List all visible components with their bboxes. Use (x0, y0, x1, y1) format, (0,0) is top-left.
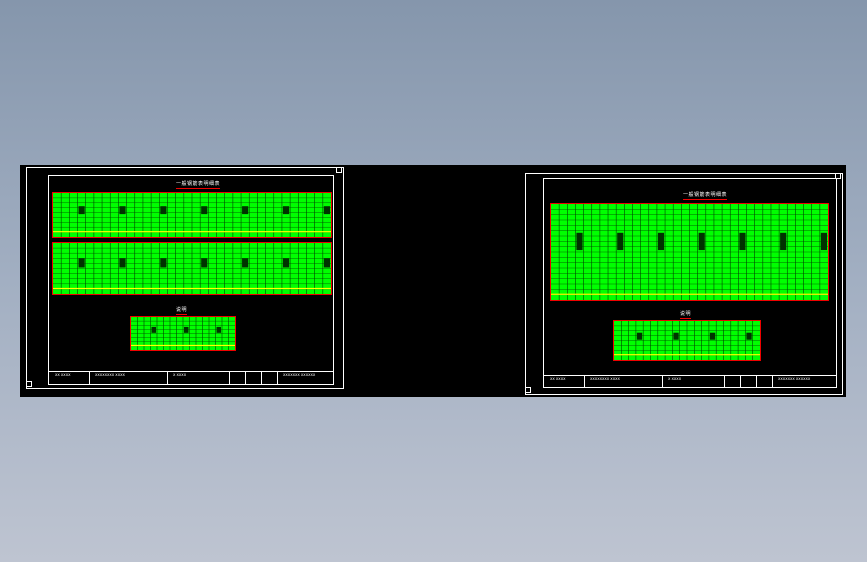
grid-dark-cell (820, 232, 827, 251)
grid-dark-cell (746, 332, 752, 340)
grid-dark-cell (576, 232, 583, 251)
grid-dark-cell (780, 232, 787, 251)
title-block-cell: XX XXXX (55, 373, 71, 377)
grid-dark-cell (242, 258, 249, 268)
title-block-divider (261, 372, 262, 384)
title-block-divider (662, 376, 663, 387)
title-block-divider (229, 372, 230, 384)
grid-dark-cell (242, 206, 249, 215)
rebar-schedule-grid-upper (52, 192, 332, 238)
grid-dark-cell (151, 326, 156, 333)
frame-corner-marker (835, 173, 841, 179)
grid-dark-cell (119, 206, 126, 215)
title-block-cell: XXXXXXX XXXXXX (283, 373, 316, 377)
title-block-divider (277, 372, 278, 384)
rebar-schedule-grid (550, 203, 829, 301)
title-block-divider (584, 376, 585, 387)
grid-dark-cell (282, 206, 290, 215)
title-block-divider (245, 372, 246, 384)
rebar-schedule-grid-lower (52, 242, 332, 295)
grid-dark-cell (739, 232, 746, 251)
grid-cells (53, 193, 331, 237)
grid-highlight-row (53, 231, 331, 233)
drawing-sheet-2[interactable]: 一般钢筋表明细表 说明 XX XXXX XXXXXXXX XXXX X XXXX… (525, 173, 843, 395)
drawing-sheet-1[interactable]: 一般钢筋表明细表 说明 XX XXXX XXXXXXXX XXXX X XXXX… (26, 167, 344, 389)
sheet-title: 一般钢筋表明细表 (176, 181, 221, 189)
grid-dark-cell (78, 258, 85, 268)
title-block-divider (740, 376, 741, 387)
title-block-divider (724, 376, 725, 387)
grid-dark-cell (709, 332, 716, 340)
grid-dark-cell (201, 206, 208, 215)
grid-dark-cell (636, 332, 643, 340)
frame-corner-marker (336, 167, 342, 173)
grid-highlight-row (53, 287, 331, 290)
grid-dark-cell (160, 258, 167, 268)
grid-dark-cell (184, 326, 189, 333)
notes-table (613, 320, 761, 361)
grid-dark-cell (119, 258, 126, 268)
grid-highlight-row (131, 344, 235, 347)
notes-table (130, 316, 236, 351)
title-block-cell: X XXXX (668, 377, 682, 381)
title-block-cell: XX XXXX (550, 377, 566, 381)
grid-highlight-row (551, 293, 828, 295)
title-block-cell: XXXXXXXX XXXX (95, 373, 125, 377)
title-block: XX XXXX XXXXXXXX XXXX X XXXX XXXXXXX XXX… (543, 375, 837, 388)
grid-dark-cell (201, 258, 208, 268)
drawing-viewport[interactable]: 一般钢筋表明细表 说明 XX XXXX XXXXXXXX XXXX X XXXX… (20, 165, 846, 397)
title-block: XX XXXX XXXXXXXX XXXX X XXXX XXXXXXX XXX… (48, 371, 334, 385)
title-block-cell: X XXXX (173, 373, 187, 377)
notes-table-title: 说明 (680, 311, 692, 319)
title-block-divider (89, 372, 90, 384)
grid-dark-cell (160, 206, 167, 215)
frame-corner-marker (26, 381, 32, 387)
grid-dark-cell (673, 332, 679, 340)
table-cells (131, 317, 235, 350)
grid-cells (551, 204, 828, 300)
grid-dark-cell (617, 232, 624, 251)
grid-dark-cell (323, 258, 330, 268)
grid-dark-cell (78, 206, 85, 215)
notes-table-title: 说明 (176, 307, 188, 315)
grid-dark-cell (323, 206, 330, 215)
title-block-divider (756, 376, 757, 387)
sheet-title: 一般钢筋表明细表 (683, 192, 728, 200)
grid-dark-cell (657, 232, 665, 251)
grid-dark-cell (216, 326, 221, 333)
grid-highlight-row (614, 354, 760, 356)
title-block-divider (167, 372, 168, 384)
grid-dark-cell (698, 232, 705, 251)
title-block-cell: XXXXXXXX XXXX (590, 377, 620, 381)
frame-corner-marker (525, 387, 531, 393)
grid-dark-cell (282, 258, 290, 268)
title-block-divider (772, 376, 773, 387)
grid-cells (53, 243, 331, 294)
table-cells (614, 321, 760, 360)
title-block-cell: XXXXXXX XXXXXX (778, 377, 811, 381)
